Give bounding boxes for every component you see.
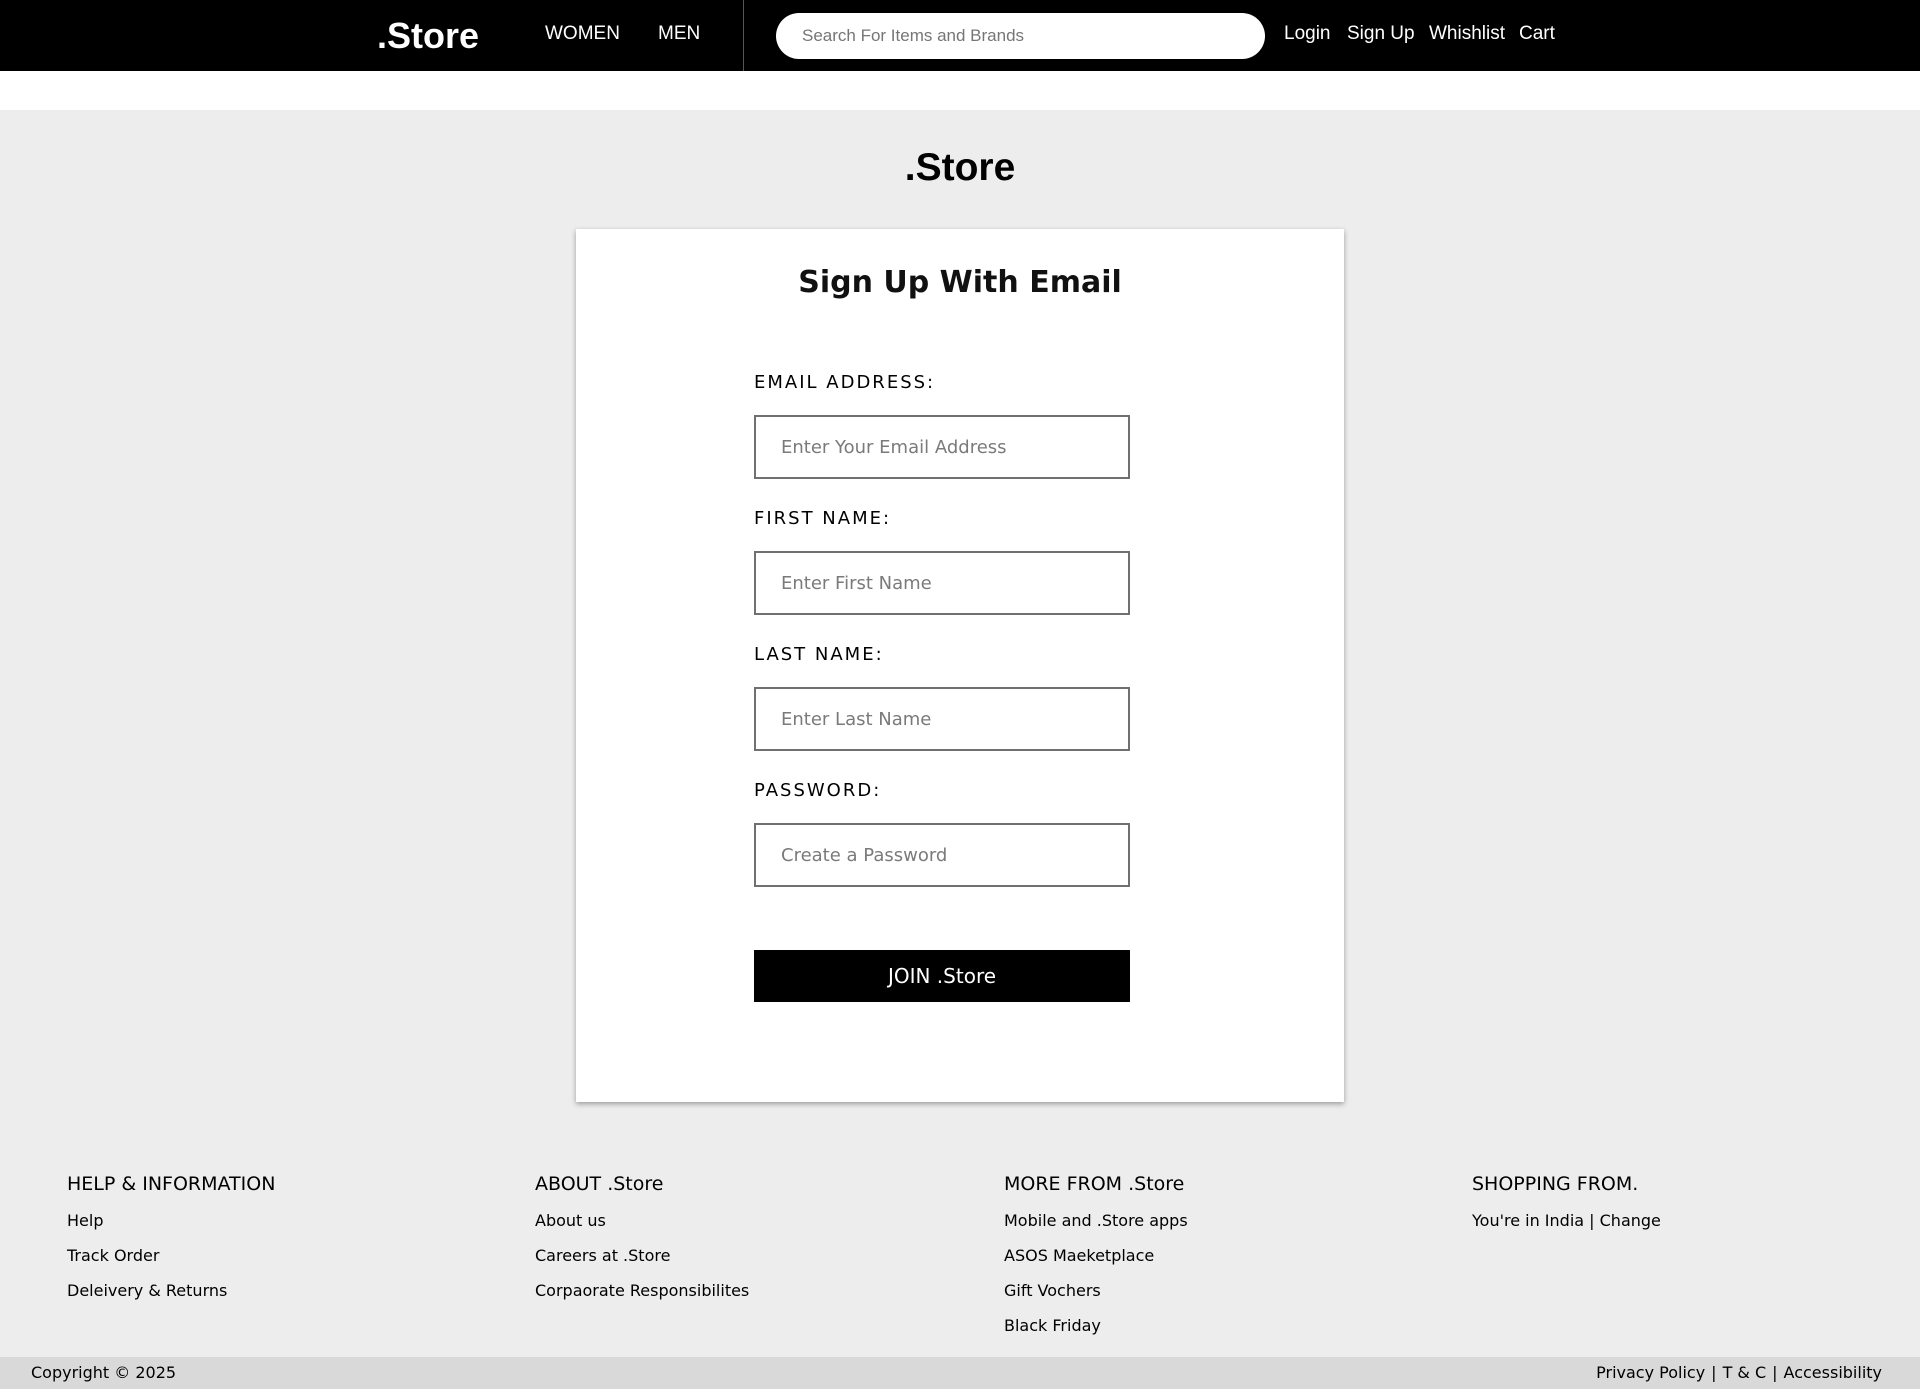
last-name-field[interactable]: [754, 687, 1130, 751]
last-name-label: LAST NAME:: [754, 644, 884, 665]
password-field[interactable]: [754, 823, 1130, 887]
first-name-label: FIRST NAME:: [754, 508, 892, 529]
copyright-text: Copyright © 2025: [31, 1363, 177, 1382]
signup-card: Sign Up With Email EMAIL ADDRESS: FIRST …: [576, 229, 1344, 1102]
nav-divider: [743, 0, 744, 71]
bottom-bar: Copyright © 2025 Privacy Policy | T & C | Ac…: [0, 1357, 1920, 1389]
store-logo[interactable]: .Store: [377, 14, 479, 57]
footer-column-more: MORE FROM .Store Mobile and .Store apps …: [1004, 1172, 1188, 1336]
footer-heading: SHOPPING FROM.: [1472, 1173, 1639, 1195]
footer-link-delivery-returns[interactable]: Deleivery & Returns: [67, 1281, 275, 1301]
nav-women[interactable]: WOMEN: [545, 23, 620, 46]
footer-link-corporate-responsibilities[interactable]: Corpaorate Responsibilites: [535, 1281, 749, 1301]
footer-link-gift-vouchers[interactable]: Gift Vochers: [1004, 1281, 1188, 1301]
signup-link[interactable]: Sign Up: [1347, 23, 1415, 46]
email-label: EMAIL ADDRESS:: [754, 372, 936, 393]
footer-link-country-change[interactable]: You're in India | Change: [1472, 1211, 1661, 1231]
brand-heading: .Store: [904, 146, 1016, 189]
wishlist-link[interactable]: Whishlist: [1429, 23, 1505, 46]
nav-men[interactable]: MEN: [658, 23, 700, 46]
privacy-policy-link[interactable]: Privacy Policy: [1596, 1363, 1705, 1382]
footer-heading: MORE FROM .Store: [1004, 1173, 1185, 1195]
first-name-field[interactable]: [754, 551, 1130, 615]
accessibility-link[interactable]: Accessibility: [1784, 1363, 1882, 1382]
legal-separator: |: [1711, 1363, 1717, 1382]
footer-heading: HELP & INFORMATION: [67, 1173, 276, 1195]
password-label: PASSWORD:: [754, 780, 882, 801]
footer-column-about: ABOUT .Store About us Careers at .Store …: [535, 1172, 749, 1301]
footer-link-mobile-apps[interactable]: Mobile and .Store apps: [1004, 1211, 1188, 1231]
footer-link-black-friday[interactable]: Black Friday: [1004, 1316, 1188, 1336]
login-link[interactable]: Login: [1284, 23, 1331, 46]
footer-link-track-order[interactable]: Track Order: [67, 1246, 275, 1266]
terms-link[interactable]: T & C: [1723, 1363, 1767, 1382]
legal-links: Privacy Policy | T & C | Accessibility: [1596, 1363, 1882, 1383]
footer-link-help[interactable]: Help: [67, 1211, 275, 1231]
form-title: Sign Up With Email: [798, 265, 1122, 300]
search-input[interactable]: [776, 13, 1265, 59]
join-button[interactable]: JOIN .Store: [754, 950, 1130, 1002]
cart-link[interactable]: Cart: [1519, 23, 1555, 46]
footer-link-marketplace[interactable]: ASOS Maeketplace: [1004, 1246, 1188, 1266]
footer-link-careers[interactable]: Careers at .Store: [535, 1246, 749, 1266]
header-spacer: [0, 71, 1920, 110]
footer-link-about-us[interactable]: About us: [535, 1211, 749, 1231]
footer-column-help: HELP & INFORMATION Help Track Order Dele…: [67, 1172, 275, 1301]
footer-column-shopping-from: SHOPPING FROM. You're in India | Change: [1472, 1172, 1661, 1231]
email-field[interactable]: [754, 415, 1130, 479]
legal-separator: |: [1772, 1363, 1778, 1382]
footer-heading: ABOUT .Store: [535, 1173, 664, 1195]
top-navbar: .Store WOMEN MEN Login Sign Up Whishlist…: [0, 0, 1920, 71]
